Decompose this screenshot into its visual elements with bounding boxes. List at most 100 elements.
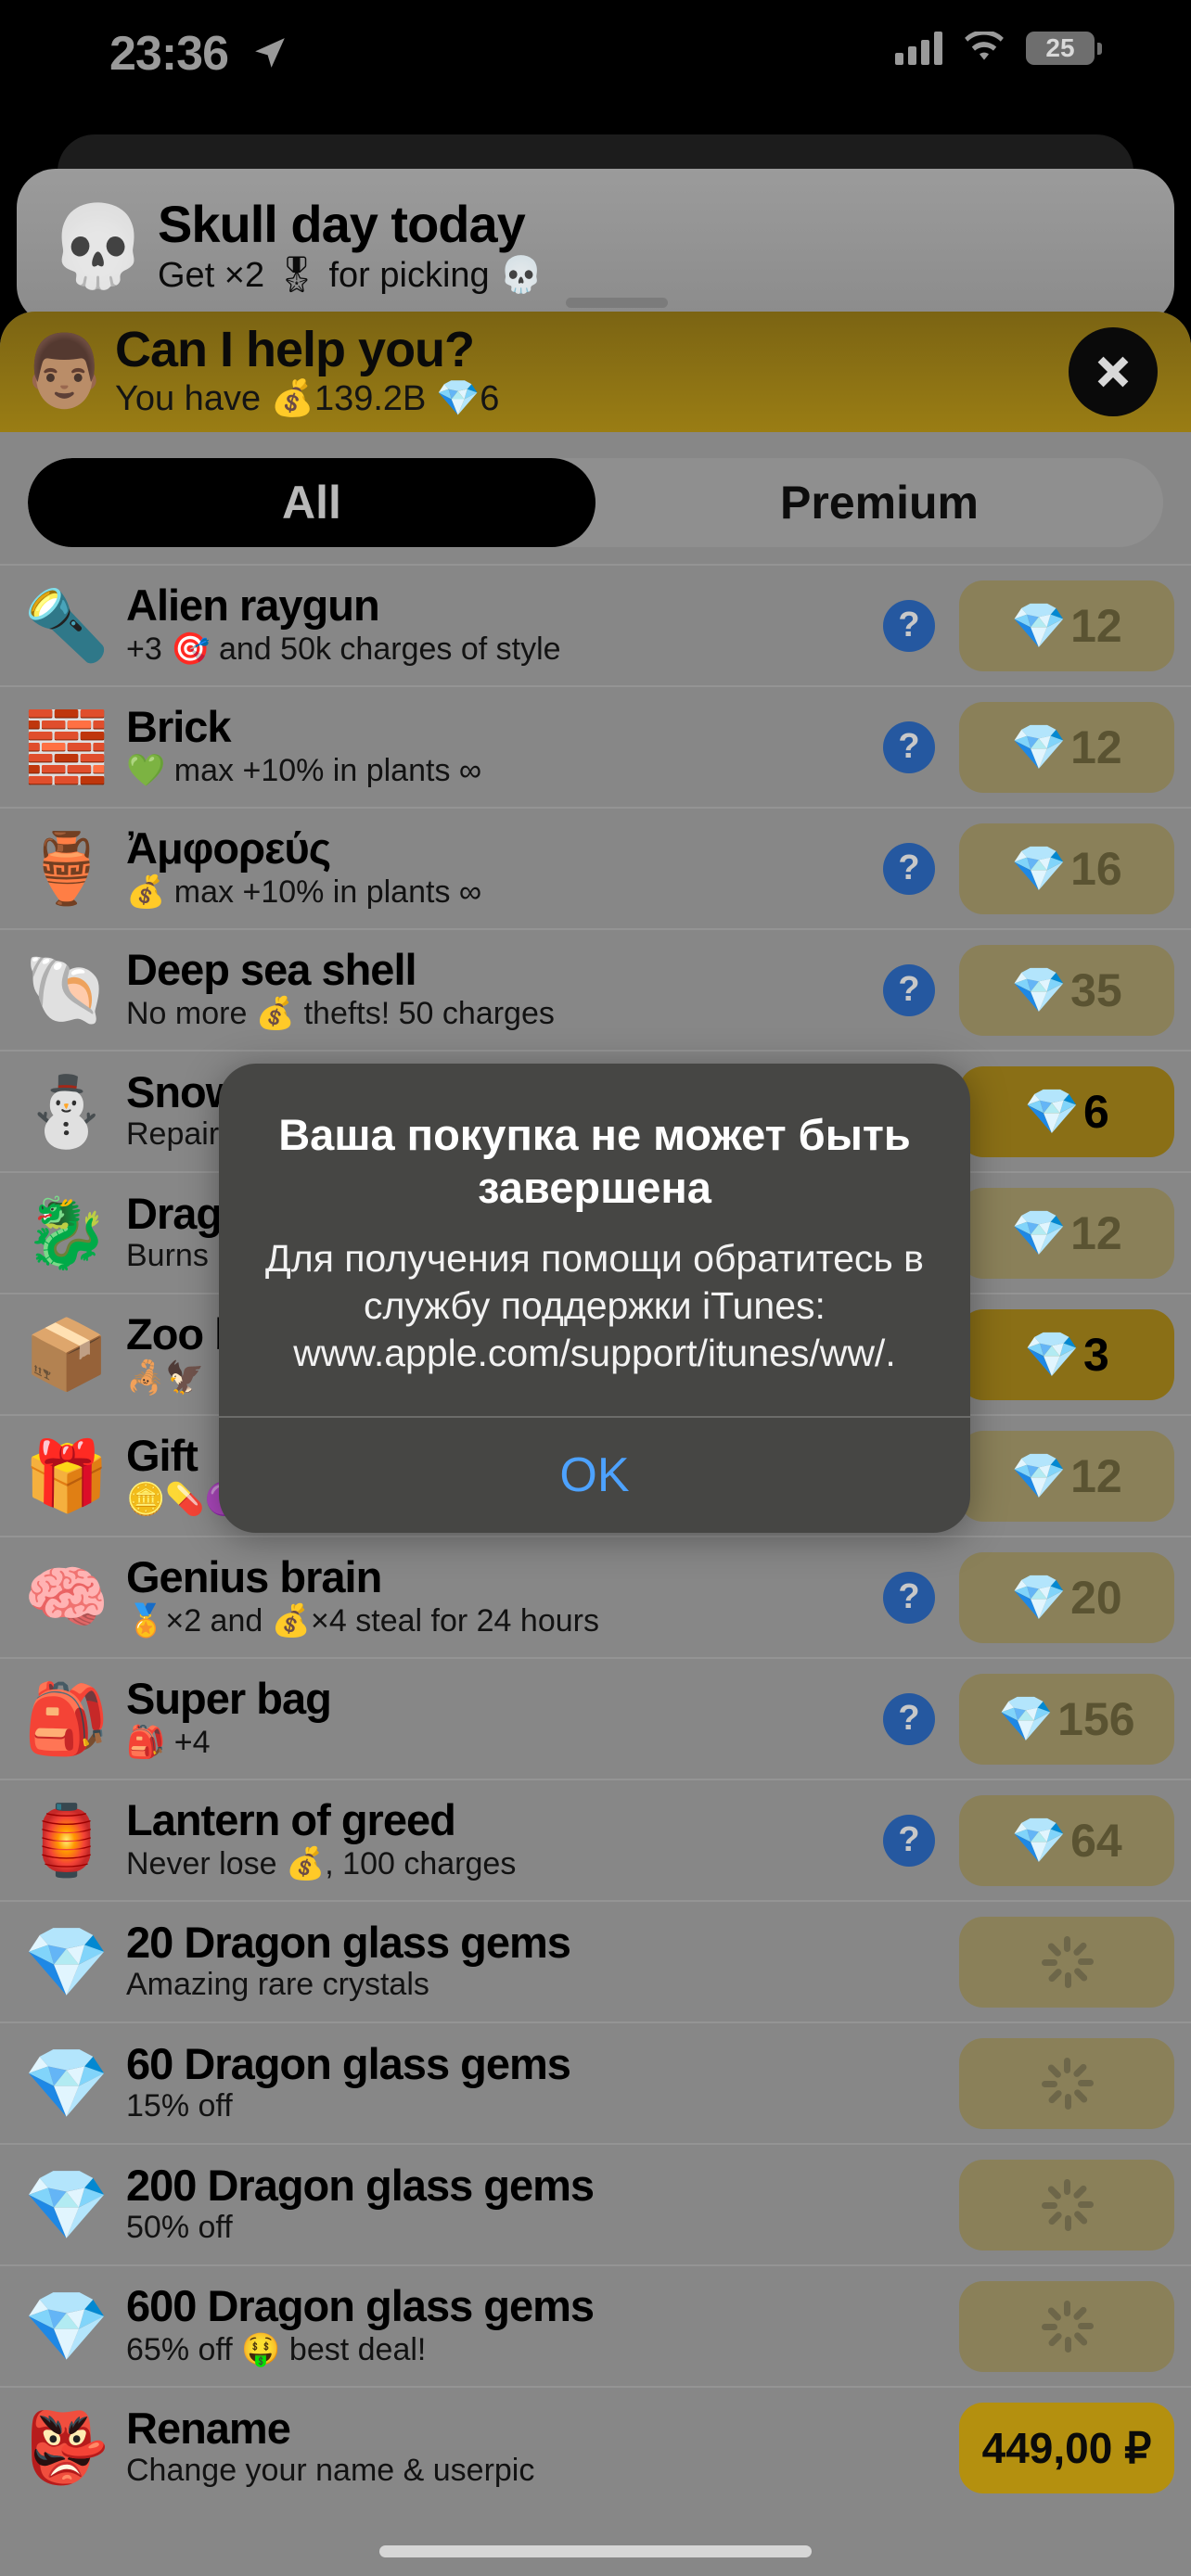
item-price-value: 6 xyxy=(1082,1085,1109,1138)
dialog-title: Ваша покупка не может быть завершена xyxy=(278,1110,911,1213)
tab-premium[interactable]: Premium xyxy=(596,458,1163,547)
item-price-button[interactable]: 💎 156 xyxy=(959,1673,1174,1765)
shop-item-row[interactable]: 🏺 Ἀμφορεύς 💰 max +10% in plants ∞? 💎 16 xyxy=(0,807,1191,928)
home-indicator[interactable] xyxy=(379,2545,812,2557)
item-text: Lantern of greed Never lose 💰, 100 charge… xyxy=(121,1798,883,1882)
item-title: Alien raygun xyxy=(126,580,380,631)
help-icon[interactable]: ? xyxy=(883,1571,935,1624)
item-icon: 🧱 xyxy=(23,708,110,785)
notification-grabber[interactable] xyxy=(566,298,668,308)
phone-screen: 23:36 25 💀 Skull day today Get ×2 🎖 for … xyxy=(0,0,1191,2576)
shop-item-row[interactable]: 💎 60 Dragon glass gems 15% off xyxy=(0,2021,1191,2143)
shop-item-row[interactable]: 🧱 Brick 💚 max +10% in plants ∞? 💎 12 xyxy=(0,685,1191,807)
shop-item-row[interactable]: 🏮 Lantern of greed Never lose 💰, 100 charg… xyxy=(0,1779,1191,1900)
wifi-icon xyxy=(965,32,1004,60)
shop-item-row[interactable]: 🔦 Alien raygun +3 🎯 and 50k charges of sty… xyxy=(0,564,1191,685)
shop-header: 👨🏽 Can I help you? You have 💰139.2B 💎6 xyxy=(0,312,1191,432)
item-subtitle: Change your name & userpic xyxy=(126,2453,535,2489)
item-title: Deep sea shell xyxy=(126,945,417,995)
item-price-button[interactable] xyxy=(959,2037,1174,2129)
item-text: 20 Dragon glass gems Amazing rare crystal… xyxy=(121,1919,883,2004)
dialog-ok-button[interactable]: OK xyxy=(219,1418,970,1533)
item-subtitle: No more 💰 thefts! 50 charges xyxy=(126,995,555,1031)
item-text: Brick 💚 max +10% in plants ∞ xyxy=(121,705,883,789)
item-price-button[interactable]: 💎 16 xyxy=(959,823,1174,914)
shopkeeper-avatar: 👨🏽 xyxy=(20,332,109,411)
item-text: Rename Change your name & userpic xyxy=(121,2405,883,2490)
shop-item-row[interactable]: 💎 600 Dragon glass gems 65% off 🤑 best dea… xyxy=(0,2264,1191,2386)
item-price-button[interactable]: 💎 35 xyxy=(959,944,1174,1036)
item-price-button[interactable]: 💎 3 xyxy=(959,1308,1174,1400)
item-price-button[interactable]: 💎 12 xyxy=(959,701,1174,793)
item-price-button[interactable] xyxy=(959,2280,1174,2372)
item-price-value: 12 xyxy=(1070,721,1122,773)
item-price-button[interactable]: 💎 12 xyxy=(959,1187,1174,1279)
item-icon: 💎 xyxy=(23,2044,110,2122)
purchase-error-dialog: Ваша покупка не может быть завершена Для… xyxy=(219,1064,970,1534)
cellular-bars-icon xyxy=(895,32,942,65)
item-price-button[interactable]: 449,00 ₽ xyxy=(959,2402,1174,2493)
loading-spinner-icon xyxy=(1039,2299,1095,2354)
help-icon[interactable]: ? xyxy=(883,721,935,773)
item-subtitle: 💚 max +10% in plants ∞ xyxy=(126,752,482,788)
help-icon[interactable]: ? xyxy=(883,842,935,895)
item-icon: 🎒 xyxy=(23,1679,110,1757)
shop-item-row[interactable]: 🧠 Genius brain 🏅×2 and 💰×4 steal for 24 ho… xyxy=(0,1536,1191,1657)
help-icon[interactable]: ? xyxy=(883,1814,935,1867)
item-title: Brick xyxy=(126,702,232,752)
shop-item-row[interactable]: 🐚 Deep sea shell No more 💰 thefts! 50 char… xyxy=(0,928,1191,1050)
gem-icon: 💎 xyxy=(1024,1331,1080,1380)
item-icon: ⛄ xyxy=(23,1072,110,1150)
help-icon[interactable]: ? xyxy=(883,599,935,652)
tab-bar-wrapper: All Premium xyxy=(0,432,1191,564)
item-price-button[interactable]: 💎 12 xyxy=(959,580,1174,671)
item-title: Super bag xyxy=(126,1674,332,1724)
shop-item-list[interactable]: 🔦 Alien raygun +3 🎯 and 50k charges of sty… xyxy=(0,564,1191,2507)
help-icon[interactable]: ? xyxy=(883,963,935,1016)
status-bar-indicators: 25 xyxy=(895,32,1102,65)
gem-icon: 💎 xyxy=(1011,1209,1068,1258)
item-icon: 🐉 xyxy=(23,1193,110,1271)
item-price-value: 12 xyxy=(1070,1449,1122,1502)
shop-header-title: Can I help you? xyxy=(115,322,475,377)
battery-indicator: 25 xyxy=(1026,32,1102,65)
gem-icon: 💎 xyxy=(998,1695,1055,1744)
item-price-button[interactable]: 💎 6 xyxy=(959,1065,1174,1157)
shop-item-row[interactable]: 🎒 Super bag 🎒 +4? 💎 156 xyxy=(0,1657,1191,1779)
item-price-button[interactable] xyxy=(959,1916,1174,2008)
item-title: Genius brain xyxy=(126,1552,382,1602)
item-price-button[interactable] xyxy=(959,2159,1174,2251)
item-icon: 🏮 xyxy=(23,1801,110,1879)
item-subtitle: 💰 max +10% in plants ∞ xyxy=(126,874,482,910)
item-price-button[interactable]: 💎 64 xyxy=(959,1794,1174,1886)
item-icon: 🎁 xyxy=(23,1436,110,1514)
gem-icon: 💎 xyxy=(1024,1088,1080,1137)
close-button[interactable] xyxy=(1069,327,1158,416)
item-price-button[interactable]: 💎 20 xyxy=(959,1551,1174,1643)
gem-icon: 💎 xyxy=(1011,723,1068,772)
item-subtitle: +3 🎯 and 50k charges of style xyxy=(126,631,561,667)
item-price-value: 64 xyxy=(1070,1814,1122,1867)
item-icon: 🔦 xyxy=(23,586,110,664)
gem-icon: 💎 xyxy=(1011,1452,1068,1501)
notification-title: Skull day today xyxy=(158,194,526,253)
item-text: Alien raygun +3 🎯 and 50k charges of styl… xyxy=(121,583,883,668)
loading-spinner-icon xyxy=(1039,2056,1095,2111)
item-price-value: 12 xyxy=(1070,1206,1122,1259)
shop-item-row[interactable]: 💎 20 Dragon glass gems Amazing rare crysta… xyxy=(0,1900,1191,2021)
tab-all[interactable]: All xyxy=(28,458,596,547)
shop-item-row[interactable]: 👺 Rename Change your name & userpic 449,00 … xyxy=(0,2386,1191,2507)
item-icon: 🧠 xyxy=(23,1558,110,1636)
balance-text: You have 💰139.2B 💎6 xyxy=(115,379,500,418)
item-icon: 🐚 xyxy=(23,950,110,1028)
help-icon[interactable]: ? xyxy=(883,1692,935,1745)
item-price-button[interactable]: 💎 12 xyxy=(959,1430,1174,1522)
notification-banner[interactable]: 💀 Skull day today Get ×2 🎖 for picking 💀 xyxy=(17,169,1174,325)
shop-item-row[interactable]: 💎 200 Dragon glass gems 50% off xyxy=(0,2143,1191,2264)
item-icon: 💎 xyxy=(23,2165,110,2243)
item-price-value: 35 xyxy=(1070,963,1122,1016)
gem-icon: 💎 xyxy=(1011,1574,1068,1623)
status-bar-time: 23:36 xyxy=(109,27,229,81)
item-price-value: 12 xyxy=(1070,599,1122,652)
item-subtitle: 15% off xyxy=(126,2088,233,2124)
